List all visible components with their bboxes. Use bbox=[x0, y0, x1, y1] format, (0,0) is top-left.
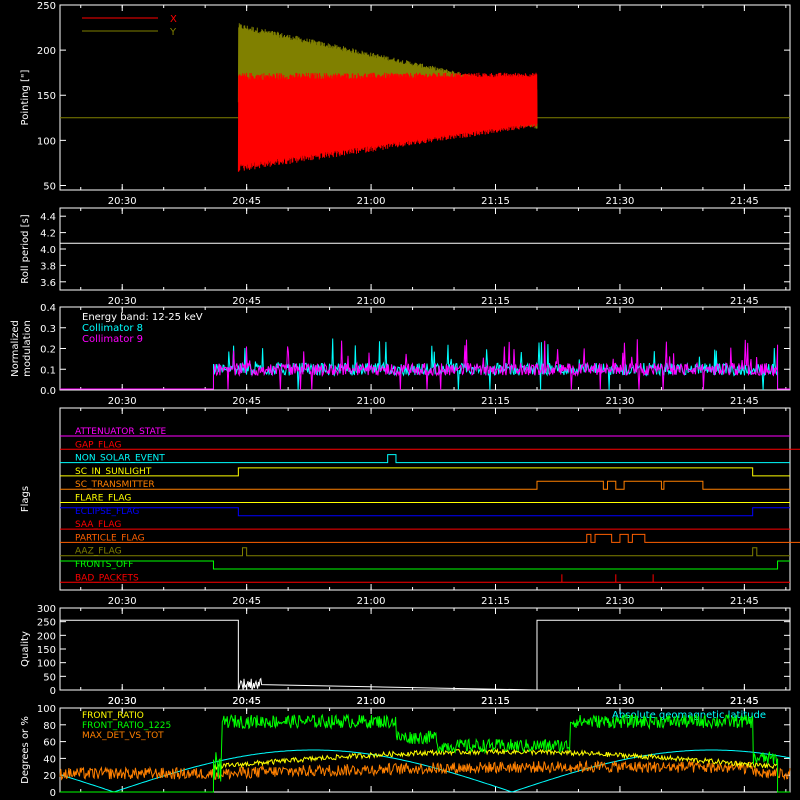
flag-aaz-flag-line bbox=[60, 547, 790, 557]
legend-label: Collimator 9 bbox=[82, 334, 143, 345]
x-tick-label: 20:45 bbox=[232, 196, 261, 207]
x-tick-label: 20:30 bbox=[108, 196, 137, 207]
y-axis-label: Degrees or % bbox=[20, 716, 31, 784]
x-tick-label: 21:15 bbox=[481, 696, 510, 707]
y-tick-label: 50 bbox=[43, 181, 56, 192]
x-tick-label: 21:15 bbox=[481, 596, 510, 607]
x-tick-label: 21:00 bbox=[357, 596, 386, 607]
x-tick-label: 21:15 bbox=[481, 296, 510, 307]
y-tick-label: 0.4 bbox=[40, 303, 56, 314]
y-tick-label: 250 bbox=[37, 1, 56, 12]
y-tick-label: 100 bbox=[37, 136, 56, 147]
panel-roll-period: 20:3020:4521:0021:1521:3021:4522:00Roll … bbox=[20, 207, 791, 307]
flag-eclipse-flag-line bbox=[60, 507, 790, 517]
x-tick-label: 21:00 bbox=[357, 196, 386, 207]
y-tick-label: 40 bbox=[43, 754, 56, 765]
quality-line bbox=[60, 619, 790, 691]
y-tick-label: 4.2 bbox=[40, 229, 56, 240]
x-tick-label: 21:00 bbox=[357, 696, 386, 707]
flag-sc-in-sunlight-line bbox=[60, 467, 790, 477]
y-tick-label: 0.2 bbox=[40, 345, 56, 356]
y-tick-label: 100 bbox=[37, 704, 56, 715]
y-tick-label: 150 bbox=[37, 91, 56, 102]
y-tick-label: 3.6 bbox=[40, 278, 56, 289]
x-tick-label: 20:45 bbox=[232, 696, 261, 707]
x-tick-label: 21:30 bbox=[606, 196, 635, 207]
panel-quality: 20:3020:4521:0021:1521:3021:4522:00Quali… bbox=[20, 604, 791, 707]
panel-flags: 20:3020:4521:0021:1521:3021:4522:00Flags… bbox=[20, 407, 800, 607]
flag-non-solar-event-line bbox=[60, 454, 790, 464]
quicklook-chart: 20:3020:4521:0021:1521:3021:4522:00Point… bbox=[10, 1, 800, 799]
max-det-vs-tot-line bbox=[59, 759, 791, 781]
y-tick-label: 0 bbox=[50, 788, 56, 799]
y-tick-label: 0.0 bbox=[40, 386, 56, 397]
x-tick-label: 21:15 bbox=[481, 396, 510, 407]
lightcurve-figure: 20:3020:4521:0021:1521:3021:4522:00Point… bbox=[0, 0, 800, 800]
flag-particle-flag-line bbox=[60, 533, 800, 543]
x-tick-label: 21:45 bbox=[730, 696, 759, 707]
y-axis-label: Roll period [s] bbox=[20, 214, 31, 283]
x-tick-label: 20:30 bbox=[108, 696, 137, 707]
y-tick-label: 200 bbox=[37, 631, 56, 642]
y-tick-label: 80 bbox=[43, 721, 56, 732]
x-tick-label: 20:45 bbox=[232, 596, 261, 607]
y-tick-label: 60 bbox=[43, 738, 56, 749]
y-tick-label: 3.8 bbox=[40, 261, 56, 272]
x-tick-label: 21:00 bbox=[357, 296, 386, 307]
legend-label: X bbox=[170, 14, 177, 25]
legend-label: FRONT_RATIO bbox=[82, 711, 144, 721]
y-tick-label: 300 bbox=[37, 604, 56, 615]
x-tick-label: 21:30 bbox=[606, 696, 635, 707]
legend-label: Collimator 8 bbox=[82, 323, 143, 334]
flag-fronts-off-line bbox=[60, 560, 790, 570]
x-tick-label: 21:30 bbox=[606, 296, 635, 307]
y-tick-label: 0.3 bbox=[40, 324, 56, 335]
x-tick-label: 20:30 bbox=[108, 596, 137, 607]
x-tick-label: 20:30 bbox=[108, 396, 137, 407]
y-tick-label: 50 bbox=[43, 672, 56, 683]
panel-modulation: 20:3020:4521:0021:1521:3021:4522:00Norma… bbox=[10, 303, 791, 407]
y-tick-label: 4.4 bbox=[40, 212, 56, 223]
y-axis-label: Flags bbox=[20, 486, 31, 512]
y-tick-label: 250 bbox=[37, 618, 56, 629]
legend-label: MAX_DET_VS_TOT bbox=[82, 731, 164, 741]
flags-frame bbox=[59, 407, 791, 591]
x-tick-label: 21:00 bbox=[357, 396, 386, 407]
flag-gap-flag-line bbox=[60, 448, 800, 450]
x-tick-label: 21:30 bbox=[606, 396, 635, 407]
y-tick-label: 200 bbox=[37, 46, 56, 57]
x-tick-label: 21:45 bbox=[730, 296, 759, 307]
x-tick-label: 21:45 bbox=[730, 196, 759, 207]
legend-label: FRONT_RATIO_1225 bbox=[82, 721, 171, 731]
y-tick-label: 100 bbox=[37, 659, 56, 670]
x-tick-label: 20:45 bbox=[232, 396, 261, 407]
series-x-line bbox=[237, 72, 538, 172]
series-collimator-9-line bbox=[60, 339, 790, 391]
x-tick-label: 21:30 bbox=[606, 596, 635, 607]
y-axis-label-line1: Normalized bbox=[10, 320, 21, 377]
x-tick-label: 21:45 bbox=[730, 396, 759, 407]
y-axis-label-line2: modulation bbox=[22, 320, 33, 377]
y-axis-label: Pointing ["] bbox=[20, 69, 31, 125]
y-tick-label: 20 bbox=[43, 771, 56, 782]
legend-label: Y bbox=[169, 27, 177, 38]
legend-label: Energy band: 12-25 keV bbox=[82, 312, 203, 323]
y-tick-label: 4.0 bbox=[40, 245, 56, 256]
panel-latitude: Degrees or % 0 20 40 60 80 100 20:30 20:45 21:00 2… bbox=[20, 696, 791, 799]
roll-period-frame bbox=[59, 207, 791, 291]
y-tick-label: 0.1 bbox=[40, 365, 56, 376]
flag-sc-transmitter-line bbox=[60, 480, 790, 490]
y-tick-label: 150 bbox=[37, 645, 56, 656]
x-tick-label: 20:30 bbox=[108, 296, 137, 307]
x-tick-label: 20:45 bbox=[232, 296, 261, 307]
y-axis-label: Quality bbox=[20, 631, 31, 667]
x-tick-label: 21:45 bbox=[730, 596, 759, 607]
panel-pointing: 20:3020:4521:0021:1521:3021:4522:00Point… bbox=[20, 1, 791, 207]
x-tick-label: 21:15 bbox=[481, 196, 510, 207]
y-tick-label: 0 bbox=[50, 686, 56, 697]
